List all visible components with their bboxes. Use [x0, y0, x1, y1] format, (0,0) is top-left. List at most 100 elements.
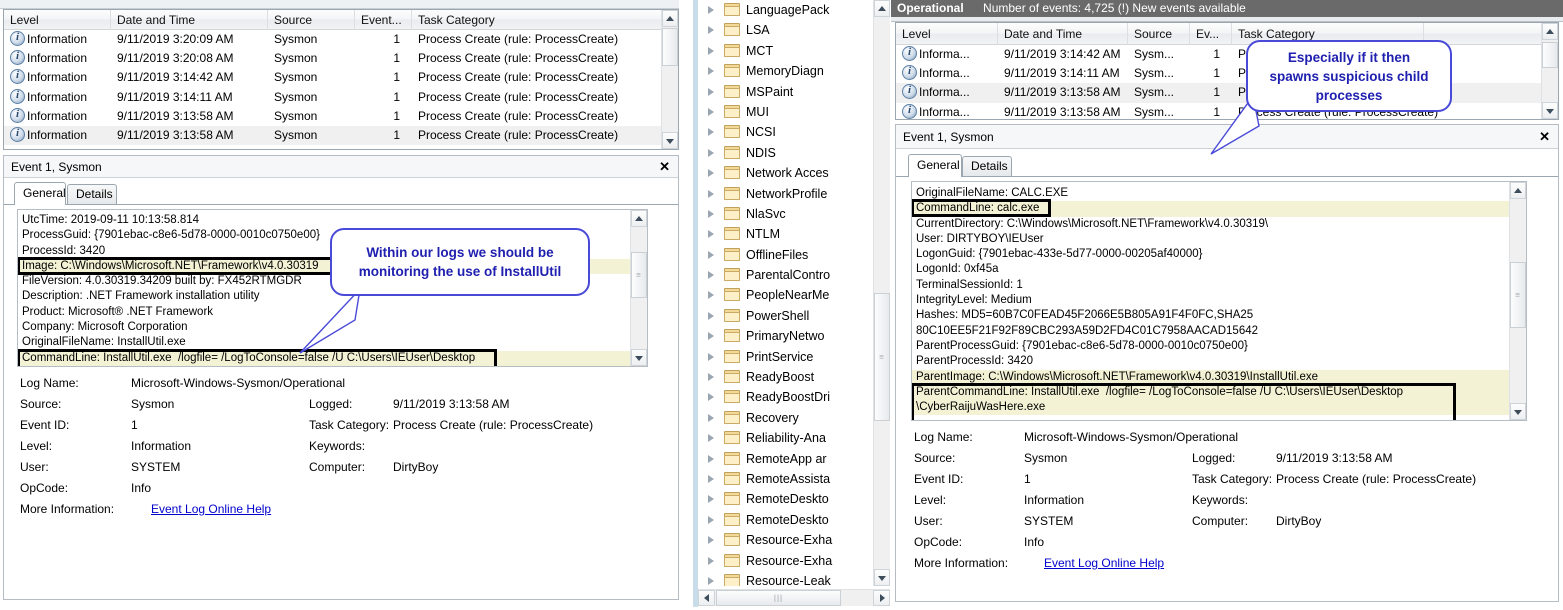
- chevron-right-icon[interactable]: [708, 271, 714, 280]
- scroll-left-button[interactable]: [698, 590, 715, 606]
- chevron-right-icon[interactable]: [708, 107, 714, 116]
- chevron-right-icon[interactable]: [708, 26, 714, 35]
- table-row[interactable]: Information 9/11/2019 3:14:11 AM Sysmon 1 Pr…: [4, 88, 678, 107]
- scroll-down-button[interactable]: [1510, 403, 1526, 420]
- column-header-source[interactable]: Source: [1128, 23, 1190, 45]
- tab-general[interactable]: General: [908, 154, 962, 177]
- scroll-thumb[interactable]: ≡: [631, 252, 647, 298]
- chevron-right-icon[interactable]: [708, 6, 714, 14]
- column-header-eventid[interactable]: Ev...: [1190, 23, 1232, 45]
- scroll-thumb[interactable]: ≡: [1510, 262, 1526, 328]
- tree-item[interactable]: MCT: [698, 41, 873, 61]
- column-header-source[interactable]: Source: [268, 10, 355, 30]
- scroll-thumb[interactable]: [1542, 42, 1558, 68]
- chevron-right-icon[interactable]: [708, 67, 714, 76]
- tree-item[interactable]: Recovery: [698, 408, 873, 428]
- tree-item[interactable]: LSA: [698, 20, 873, 40]
- chevron-right-icon[interactable]: [708, 536, 714, 545]
- table-row[interactable]: Information 9/11/2019 3:20:08 AM Sysmon 1 Pr…: [4, 49, 678, 68]
- chevron-right-icon[interactable]: [708, 291, 714, 300]
- hscroll-thumb[interactable]: |||: [716, 590, 841, 606]
- close-icon[interactable]: ✕: [1539, 129, 1550, 145]
- table-row[interactable]: Information 9/11/2019 3:20:09 AM Sysmon 1 Pr…: [4, 30, 678, 49]
- chevron-right-icon[interactable]: [708, 169, 714, 178]
- tree-item[interactable]: PowerShell: [698, 306, 873, 326]
- chevron-right-icon[interactable]: [708, 515, 714, 524]
- chevron-right-icon[interactable]: [708, 332, 714, 341]
- column-header-eventid[interactable]: Event...: [355, 10, 412, 30]
- tree-item[interactable]: NetworkProfile: [698, 184, 873, 204]
- chevron-right-icon[interactable]: [708, 576, 714, 585]
- left-event-list[interactable]: Level Date and Time Source Event... Task…: [3, 9, 679, 150]
- tab-details[interactable]: Details: [962, 156, 1012, 176]
- tree-node-container[interactable]: LanguagePack LSA MCT MemoryDiagn MSPaint MUI N…: [698, 0, 873, 586]
- chevron-right-icon[interactable]: [708, 128, 714, 137]
- chevron-right-icon[interactable]: [708, 230, 714, 239]
- chevron-right-icon[interactable]: [708, 495, 714, 504]
- chevron-right-icon[interactable]: [708, 454, 714, 463]
- table-row[interactable]: Information 9/11/2019 3:14:42 AM Sysmon 1 Pr…: [4, 68, 678, 87]
- tree-hscrollbar[interactable]: |||: [698, 589, 890, 606]
- column-header-datetime[interactable]: Date and Time: [111, 10, 268, 30]
- chevron-right-icon[interactable]: [708, 373, 714, 382]
- tree-item[interactable]: ReadyBoost: [698, 367, 873, 387]
- table-row[interactable]: Information 9/11/2019 3:13:58 AM Sysmon 1 Pr…: [4, 125, 678, 146]
- scroll-up-button[interactable]: [662, 10, 678, 27]
- column-header-task[interactable]: Task Category: [412, 10, 655, 30]
- tree-item[interactable]: NTLM: [698, 224, 873, 244]
- event-log-online-help-link[interactable]: Event Log Online Help: [151, 502, 271, 516]
- tree-item[interactable]: NDIS: [698, 143, 873, 163]
- scroll-thumb[interactable]: [662, 28, 678, 66]
- tree-item[interactable]: RemoteApp ar: [698, 449, 873, 469]
- scroll-down-button[interactable]: [1542, 102, 1558, 119]
- tree-item[interactable]: MSPaint: [698, 82, 873, 102]
- scroll-up-button[interactable]: [1542, 23, 1558, 40]
- chevron-right-icon[interactable]: [708, 352, 714, 361]
- chevron-right-icon[interactable]: [708, 209, 714, 218]
- navigation-tree[interactable]: LanguagePack LSA MCT MemoryDiagn MSPaint MUI N…: [698, 0, 873, 586]
- right-text-vscrollbar[interactable]: ≡: [1509, 182, 1526, 420]
- tree-item[interactable]: RemoteAssista: [698, 469, 873, 489]
- scroll-up-button[interactable]: [1510, 182, 1526, 199]
- chevron-right-icon[interactable]: [708, 311, 714, 320]
- scroll-thumb[interactable]: ≡: [874, 293, 890, 421]
- scroll-down-button[interactable]: [662, 132, 678, 149]
- chevron-right-icon[interactable]: [708, 393, 714, 402]
- tree-item[interactable]: Resource-Leak: [698, 571, 873, 586]
- right-event-text-box[interactable]: OriginalFileName: CALC.EXE CommandLine: c…: [911, 181, 1527, 421]
- tree-item[interactable]: NlaSvc: [698, 204, 873, 224]
- chevron-right-icon[interactable]: [708, 250, 714, 259]
- tree-item[interactable]: LanguagePack: [698, 0, 873, 20]
- tree-item[interactable]: MUI: [698, 102, 873, 122]
- scroll-right-button[interactable]: [873, 590, 890, 606]
- tree-item[interactable]: ParentalContro: [698, 265, 873, 285]
- tree-item[interactable]: Reliability-Ana: [698, 428, 873, 448]
- column-header-level[interactable]: Level: [896, 23, 998, 45]
- scroll-up-button[interactable]: [874, 0, 890, 17]
- tree-vscrollbar[interactable]: ≡: [873, 0, 890, 586]
- chevron-right-icon[interactable]: [708, 556, 714, 565]
- chevron-right-icon[interactable]: [708, 474, 714, 483]
- tab-details[interactable]: Details: [67, 184, 117, 204]
- tree-item[interactable]: Resource-Exha: [698, 551, 873, 571]
- tree-item[interactable]: Network Acces: [698, 163, 873, 183]
- tree-item[interactable]: PrimaryNetwo: [698, 326, 873, 346]
- column-header-datetime[interactable]: Date and Time: [998, 23, 1128, 45]
- left-text-vscrollbar[interactable]: ≡: [630, 210, 647, 366]
- tree-item[interactable]: PrintService: [698, 347, 873, 367]
- chevron-right-icon[interactable]: [708, 434, 714, 443]
- chevron-right-icon[interactable]: [708, 148, 714, 157]
- tree-item[interactable]: RemoteDeskto: [698, 510, 873, 530]
- tree-item[interactable]: MemoryDiagn: [698, 61, 873, 81]
- event-log-online-help-link[interactable]: Event Log Online Help: [1044, 556, 1164, 570]
- scroll-down-button[interactable]: [874, 569, 890, 586]
- table-row[interactable]: Informa...9/11/2019 3:14:42 AMSysm...1Pr…: [896, 45, 1558, 64]
- column-header-level[interactable]: Level: [4, 10, 111, 30]
- left-list-vscrollbar[interactable]: [661, 10, 678, 149]
- table-row[interactable]: Informa...9/11/2019 3:14:11 AMSysm...1Pr…: [896, 64, 1558, 83]
- left-event-rows[interactable]: Information 9/11/2019 3:20:09 AM Sysmon 1 Pr…: [4, 30, 678, 146]
- tree-item[interactable]: NCSI: [698, 122, 873, 142]
- tree-item[interactable]: RemoteDeskto: [698, 489, 873, 509]
- chevron-right-icon[interactable]: [708, 46, 714, 55]
- tree-item[interactable]: Resource-Exha: [698, 530, 873, 550]
